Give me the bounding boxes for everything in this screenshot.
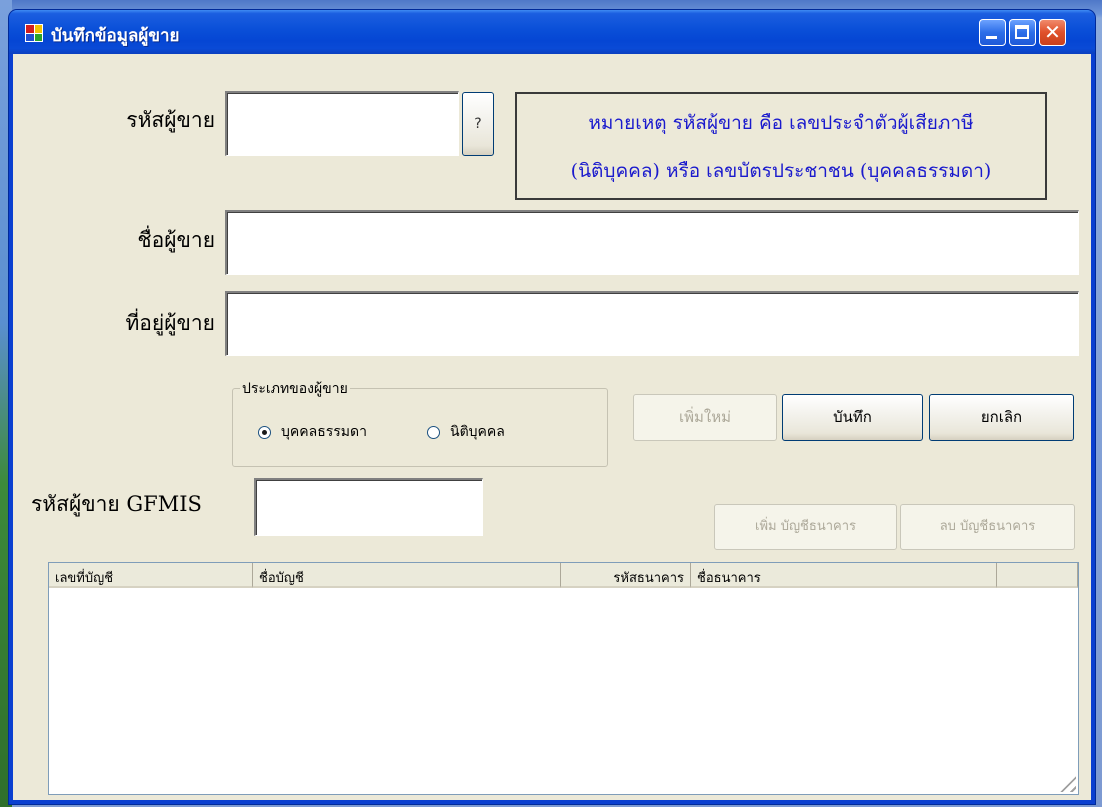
seller-address-label: ที่อยู่ผู้ขาย (125, 311, 215, 335)
seller-address-input[interactable] (225, 291, 1079, 356)
seller-code-note: หมายเหตุ รหัสผู้ขาย คือ เลขประจำตัวผู้เส… (515, 92, 1047, 200)
column-bank-name[interactable]: ชื่อธนาคาร (691, 563, 997, 588)
resize-grip-icon[interactable] (1056, 772, 1076, 792)
radio-checked-icon (258, 425, 271, 439)
radio-individual-label: บุคคลธรรมดา (281, 424, 367, 440)
seller-name-input[interactable] (225, 210, 1079, 275)
seller-type-group: ประเภทของผู้ขาย บุคคลธรรมดา นิติบุคคล (232, 378, 608, 467)
close-button[interactable]: ✕ (1039, 19, 1066, 46)
minimize-icon (986, 36, 997, 39)
note-line-2: (นิติบุคคล) หรือ เลขบัตรประชาชน (บุคคลธร… (570, 160, 992, 182)
save-button[interactable]: บันทึก (782, 394, 923, 441)
title-bar[interactable]: บันทึกข้อมูลผู้ขาย ✕ (9, 10, 1095, 54)
seller-form-window: บันทึกข้อมูลผู้ขาย ✕ รหัสผู้ขาย ? หมายเห… (9, 10, 1095, 804)
radio-juristic[interactable]: นิติบุคคล (427, 421, 505, 443)
window-title: บันทึกข้อมูลผู้ขาย (51, 26, 180, 46)
seller-code-label: รหัสผู้ขาย (126, 108, 215, 132)
maximize-icon (1015, 25, 1029, 39)
app-icon (25, 24, 43, 42)
lookup-button[interactable]: ? (462, 92, 494, 156)
cancel-button[interactable]: ยกเลิก (929, 394, 1074, 441)
gfmis-input[interactable] (254, 478, 483, 536)
seller-type-legend: ประเภทของผู้ขาย (240, 378, 350, 400)
note-line-1: หมายเหตุ รหัสผู้ขาย คือ เลขประจำตัวผู้เส… (588, 112, 974, 134)
delete-bank-account-button[interactable]: ลบ บัญชีธนาคาร (900, 504, 1075, 550)
radio-individual[interactable]: บุคคลธรรมดา (258, 421, 367, 443)
radio-juristic-label: นิติบุคคล (450, 424, 505, 440)
seller-code-input[interactable] (225, 91, 459, 156)
column-account-name[interactable]: ชื่อบัญชี (253, 563, 561, 588)
form-client-area: รหัสผู้ขาย ? หมายเหตุ รหัสผู้ขาย คือ เลข… (13, 54, 1091, 800)
radio-unchecked-icon (427, 425, 440, 439)
gfmis-label: รหัสผู้ขาย GFMIS (31, 492, 202, 516)
list-header: เลขที่บัญชี ชื่อบัญชี รหัสธนาคาร ชื่อธนา… (49, 563, 1078, 588)
new-button[interactable]: เพิ่มใหม่ (633, 394, 777, 441)
minimize-button[interactable] (979, 19, 1006, 46)
close-icon: ✕ (1044, 20, 1061, 44)
seller-name-label: ชื่อผู้ขาย (137, 228, 215, 252)
column-account-number[interactable]: เลขที่บัญชี (49, 563, 253, 588)
bank-accounts-list[interactable]: เลขที่บัญชี ชื่อบัญชี รหัสธนาคาร ชื่อธนา… (48, 562, 1079, 795)
maximize-button[interactable] (1009, 19, 1036, 46)
column-bank-code[interactable]: รหัสธนาคาร (561, 563, 691, 588)
column-extra[interactable] (997, 563, 1078, 588)
add-bank-account-button[interactable]: เพิ่ม บัญชีธนาคาร (714, 504, 897, 550)
